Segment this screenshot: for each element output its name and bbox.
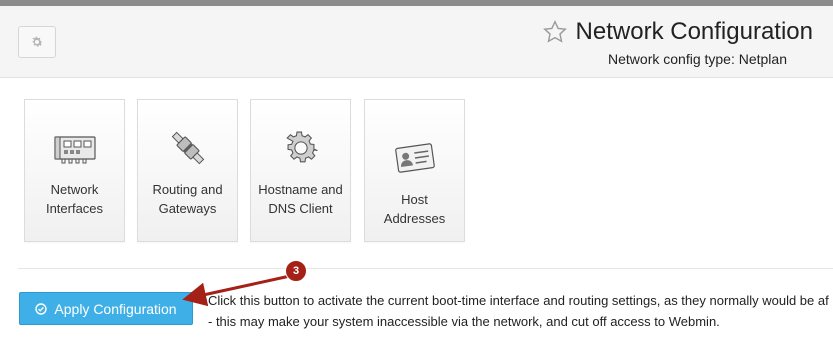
apply-configuration-button[interactable]: Apply Configuration [19,292,193,325]
apply-description-line2: - this may make your system inaccessible… [208,314,720,329]
tile-label-line2: Gateways [158,201,217,216]
tile-host-addresses[interactable]: Host Addresses [364,99,465,242]
gear-icon [32,36,43,47]
apply-button-label: Apply Configuration [54,300,177,317]
network-card-icon [53,136,96,164]
tile-hostname-dns[interactable]: Hostname and DNS Client [250,99,351,242]
address-card-icon [394,143,435,173]
module-config-button[interactable] [18,26,56,58]
tile-label-line1: Routing and [152,182,223,197]
page-subtitle: Network config type: Netplan [608,51,787,67]
tile-label-line2: DNS Client [268,201,333,216]
tile-label-line2: Interfaces [45,201,104,216]
apply-description-line1: Click this button to activate the curren… [208,293,829,308]
tile-network-interfaces[interactable]: Network Interfaces [24,99,125,242]
page-title: Network Configuration [575,18,813,45]
page-header: Network Configuration Network config typ… [0,6,833,78]
section-divider [18,268,833,269]
tile-routing-gateways[interactable]: Routing and Gateways [137,99,238,242]
tile-label-line1: Hostname and [258,182,343,197]
tile-label-line1: Network [50,182,99,197]
gear-icon [285,131,318,163]
apply-description: Click this button to activate the curren… [208,290,833,332]
annotation-badge: 3 [285,260,307,282]
tile-label-line1: Host Addresses [383,192,446,226]
cable-connector-icon [171,131,204,165]
star-icon[interactable] [542,19,568,45]
check-circle-icon [35,302,48,315]
